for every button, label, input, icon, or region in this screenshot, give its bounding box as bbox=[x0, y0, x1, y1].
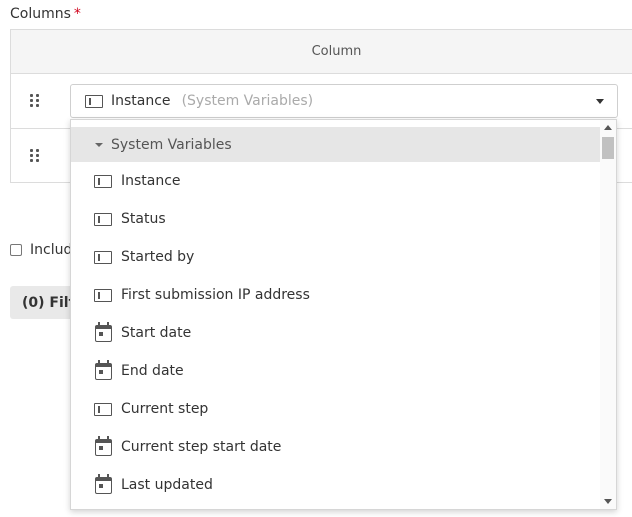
calendar-icon bbox=[94, 435, 112, 456]
text-field-icon bbox=[94, 288, 112, 302]
include-checkbox-label: Includ bbox=[30, 242, 73, 258]
dropdown-option-end-date[interactable]: End date bbox=[71, 352, 601, 390]
dropdown-option-last-updated[interactable]: Last updated bbox=[71, 466, 601, 504]
column-select[interactable]: Instance (System Variables) bbox=[70, 84, 618, 118]
text-field-icon bbox=[94, 250, 112, 264]
option-label: Status bbox=[121, 211, 166, 227]
group-label: System Variables bbox=[111, 136, 232, 153]
dropdown-option-start-date[interactable]: Start date bbox=[71, 314, 601, 352]
scroll-down-icon[interactable] bbox=[604, 499, 612, 504]
option-label: Start date bbox=[121, 325, 192, 341]
text-field-icon bbox=[85, 94, 103, 108]
scroll-up-icon[interactable] bbox=[604, 125, 612, 130]
option-label: Current step start date bbox=[121, 439, 282, 455]
calendar-icon bbox=[94, 359, 112, 380]
select-value: Instance bbox=[111, 93, 171, 109]
required-mark: * bbox=[73, 6, 81, 22]
dropdown-option-current-step[interactable]: Current step bbox=[71, 390, 601, 428]
text-field-icon bbox=[94, 212, 112, 226]
option-label: End date bbox=[121, 363, 184, 379]
page: Columns * Column Instance (System Variabl… bbox=[0, 0, 632, 517]
table-header-column: Column bbox=[11, 30, 632, 74]
drag-handle-icon[interactable] bbox=[30, 149, 40, 163]
calendar-icon bbox=[94, 473, 112, 494]
option-label: Instance bbox=[121, 173, 181, 189]
drag-handle-icon[interactable] bbox=[30, 94, 40, 108]
select-group-hint: (System Variables) bbox=[181, 93, 314, 109]
dropdown-group-header[interactable]: System Variables bbox=[71, 127, 601, 162]
calendar-icon bbox=[94, 321, 112, 342]
include-option: Includ bbox=[10, 242, 72, 258]
dropdown-option-started-by[interactable]: Started by bbox=[71, 238, 601, 276]
dropdown-option-instance[interactable]: Instance bbox=[71, 162, 601, 200]
text-field-icon bbox=[94, 402, 112, 416]
option-label: First submission IP address bbox=[121, 287, 310, 303]
include-checkbox[interactable] bbox=[10, 244, 22, 256]
text-field-icon bbox=[94, 174, 112, 188]
dropdown-scrollbar[interactable] bbox=[600, 120, 616, 509]
option-label: Current step bbox=[121, 401, 209, 417]
option-label: Last updated bbox=[121, 477, 213, 493]
caret-down-icon[interactable] bbox=[596, 99, 604, 104]
dropdown-option-first-submission-ip[interactable]: First submission IP address bbox=[71, 276, 601, 314]
columns-label-text: Columns bbox=[10, 6, 71, 22]
option-label: Started by bbox=[121, 249, 195, 265]
dropdown-option-current-step-start-date[interactable]: Current step start date bbox=[71, 428, 601, 466]
scrollbar-thumb[interactable] bbox=[602, 137, 614, 159]
column-dropdown-list: System Variables Instance Status Started… bbox=[70, 119, 617, 510]
columns-label: Columns * bbox=[10, 6, 81, 22]
caret-down-icon bbox=[95, 142, 103, 147]
dropdown-option-status[interactable]: Status bbox=[71, 200, 601, 238]
